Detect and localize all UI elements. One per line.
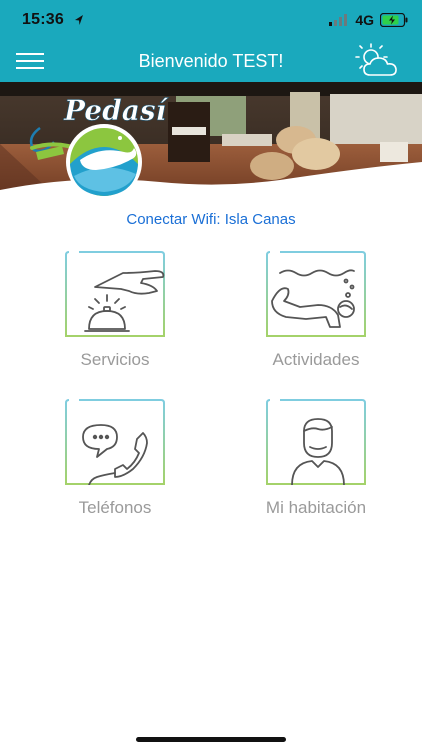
person-icon (266, 399, 366, 485)
tile-actividades[interactable]: Actividades (241, 251, 391, 391)
signal-icon (329, 14, 348, 26)
app-header: Bienvenido TEST! (0, 40, 422, 82)
diver-icon (266, 251, 366, 337)
location-arrow-icon (75, 15, 83, 25)
tile-telefonos[interactable]: Teléfonos (40, 399, 190, 539)
logo-text: Pedasí (63, 94, 170, 127)
pedasi-logo: Pedasí (29, 94, 170, 200)
battery-icon (380, 13, 408, 27)
tile-servicios[interactable]: Servicios (40, 251, 190, 391)
tile-label-actividades: Actividades (272, 350, 360, 369)
connect-wifi-link[interactable]: Conectar Wifi: Isla Canas (0, 211, 422, 228)
tile-mi-habitacion[interactable]: Mi habitación (241, 399, 391, 539)
status-bar: 15:36 4G (0, 0, 422, 40)
home-indicator[interactable] (136, 737, 286, 742)
tile-label-mi-habitacion: Mi habitación (265, 498, 367, 517)
network-type: 4G (355, 12, 374, 28)
status-time: 15:36 (22, 11, 64, 28)
phone-icon (65, 399, 165, 485)
bell-icon (65, 251, 165, 337)
weather-icon[interactable] (352, 42, 406, 80)
tile-label-telefonos: Teléfonos (78, 498, 152, 517)
tile-label-servicios: Servicios (80, 350, 150, 369)
status-indicators: 4G (329, 12, 408, 28)
